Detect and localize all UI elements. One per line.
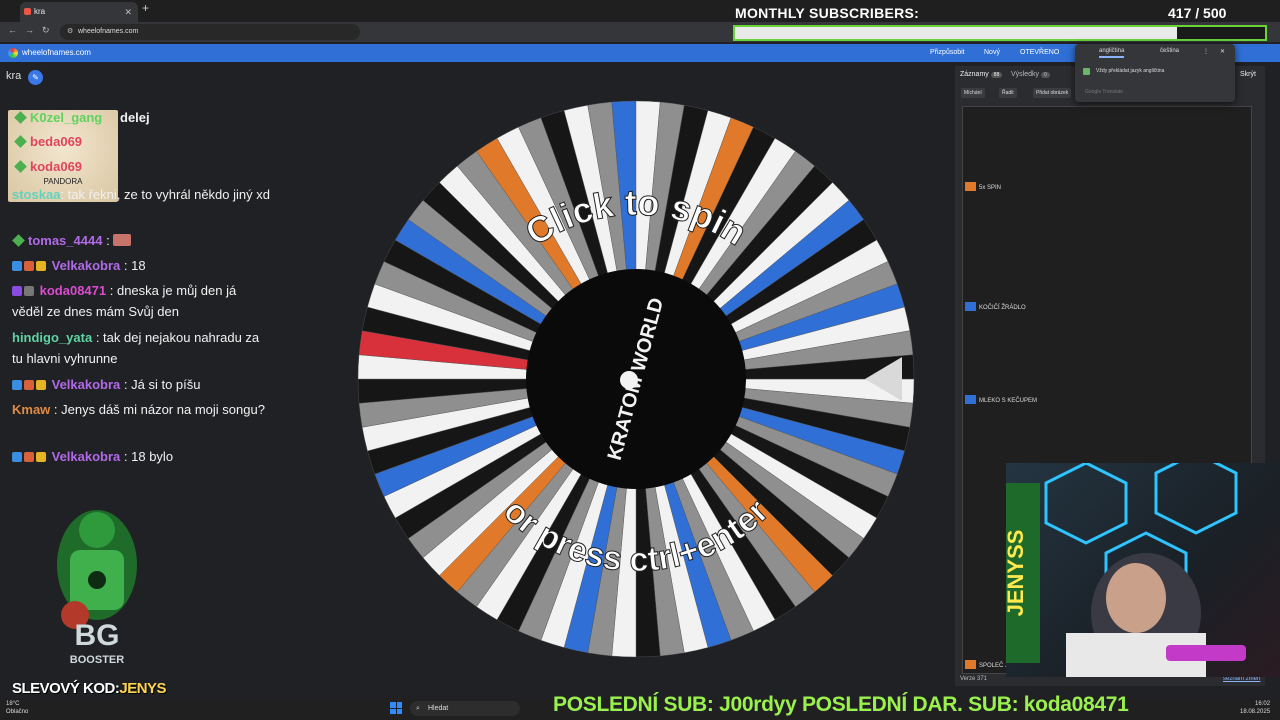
sort-button[interactable]: Řadit [999, 88, 1017, 98]
crown-icon [36, 452, 46, 462]
badge-icon [12, 380, 22, 390]
windows-start-icon[interactable] [390, 702, 402, 714]
always-translate-label: Vždy překládat jazyk angličtina [1096, 68, 1165, 74]
subscribers-count: 417 / 500 [1168, 5, 1227, 21]
site-brand[interactable]: wheelofnames.com [22, 44, 91, 62]
badge-icon [24, 380, 34, 390]
color-swatch [965, 660, 976, 669]
color-swatch [965, 395, 976, 404]
crown-icon [36, 380, 46, 390]
edit-title-button[interactable]: ✎ [28, 70, 43, 85]
spin-wheel[interactable]: KRATOM WORLD Click to spin or press ctrl… [356, 99, 916, 659]
svg-text:BG: BG [75, 619, 120, 652]
forward-icon[interactable]: → [25, 25, 34, 35]
color-swatch [965, 302, 976, 311]
hide-toggle[interactable]: Skrýt [1240, 71, 1256, 78]
always-translate-checkbox[interactable] [1083, 68, 1090, 75]
tab-title: kra [34, 7, 46, 16]
list-item: 5x SPIN [965, 182, 1001, 191]
page-title: kra [6, 70, 22, 82]
promo-label: SLEVOVÝ KOD: [12, 680, 120, 697]
back-icon[interactable]: ← [8, 25, 17, 35]
add-image-button[interactable]: Přidat obrázek [1033, 88, 1072, 98]
translate-from-tab[interactable]: angličtina [1099, 48, 1125, 58]
emote-icon [113, 234, 132, 246]
list-item: KOČIČÍ ŽRÁDLO [965, 302, 1026, 311]
chat-message: koda08471 : dneska je můj den já věděl z… [12, 283, 237, 319]
booster-mascot-logo: BG BOOSTER [57, 510, 137, 666]
browser-tab-bar: kra ✕ + [0, 0, 1280, 22]
taskbar-search[interactable]: ⌕ Hledat [410, 701, 520, 716]
color-swatch [965, 182, 976, 191]
gem-icon [14, 111, 27, 124]
chat-username: koda069 [14, 159, 82, 174]
globe-icon [620, 371, 638, 389]
last-sub-ticker: POSLEDNÍ SUB: J00rdyy POSLEDNÍ DAR. SUB:… [553, 693, 1129, 716]
taskbar-clock[interactable]: 16:02 18.08.2025 [1240, 700, 1270, 716]
webcam-name-text: JENYSS [1006, 530, 1028, 617]
tab-entries[interactable]: Záznamy 88 [960, 71, 1003, 78]
address-bar[interactable]: ⚙ wheelofnames.com [60, 24, 360, 40]
version-label: Verze 371 [960, 676, 988, 682]
close-icon[interactable]: ✕ [1220, 48, 1225, 55]
gem-icon [14, 135, 27, 148]
badge-icon [24, 286, 34, 296]
browser-tab[interactable]: kra ✕ [20, 2, 138, 22]
chat-username: K0zel_gang [14, 110, 102, 125]
reload-icon[interactable]: ↻ [42, 25, 50, 36]
gem-icon [14, 160, 27, 173]
list-item: MLEKO S KEČUPEM [965, 395, 1037, 404]
subscribers-title: MONTHLY SUBSCRIBERS: [735, 5, 920, 21]
badge-icon [24, 261, 34, 271]
chat-username: beda069 [14, 134, 82, 149]
tab-results[interactable]: Výsledky 0 [1011, 71, 1050, 78]
translate-popup: angličtina čeština ⋮ ✕ Vždy překládat ja… [1075, 44, 1235, 102]
badge-icon [12, 452, 22, 462]
shuffle-button[interactable]: Míchání [961, 88, 985, 98]
badge-icon [24, 452, 34, 462]
chat-message: Velkakobra : 18 [12, 255, 270, 276]
open-button[interactable]: OTEVŘENO [1020, 44, 1059, 62]
list-item: SPOLEČ J [965, 660, 1008, 669]
webcam-feed: JENYSS [1006, 463, 1280, 677]
google-translate-brand: Google Translate [1085, 89, 1124, 95]
crown-icon [36, 261, 46, 271]
new-tab-icon[interactable]: + [142, 1, 149, 15]
url-text: wheelofnames.com [78, 28, 139, 35]
chat-message: Velkakobra : Já si to píšu [12, 374, 270, 395]
chat-message-text: delej [120, 110, 150, 125]
promo-code-value: JENYS [119, 680, 167, 697]
chat-message: tomas_4444 : [12, 230, 270, 251]
wheel-logo-icon[interactable] [8, 48, 18, 58]
more-options-icon[interactable]: ⋮ [1203, 48, 1209, 55]
close-tab-icon[interactable]: ✕ [124, 2, 132, 22]
site-info-icon[interactable]: ⚙ [67, 24, 73, 40]
badge-icon [12, 286, 22, 296]
weather-widget[interactable]: 18°C Oblačno [6, 700, 28, 716]
chat-message: stoskaa: tak řekni, ze to vyhrál někdo j… [12, 187, 270, 202]
booster-logo-text: BOOSTER [70, 654, 124, 666]
chat-message: hindigo_yata : tak dej nejakou nahradu z… [12, 330, 260, 366]
chat-message: Velkakobra : 18 bylo [12, 446, 270, 467]
badge-icon [12, 261, 22, 271]
subscribers-progress-bar [733, 25, 1267, 41]
translate-to-tab[interactable]: čeština [1160, 48, 1179, 54]
search-icon: ⌕ [416, 705, 420, 712]
search-placeholder: Hledat [428, 705, 449, 712]
gem-icon [12, 234, 25, 247]
chat-message: Kmaw : Jenys dáš mi názor na moji songu? [12, 402, 265, 417]
customize-button[interactable]: Přizpůsobit [930, 44, 965, 62]
site-favicon [24, 8, 31, 15]
new-button[interactable]: Nový [984, 44, 1000, 62]
promo-code: SLEVOVÝ KOD:JENYS [12, 680, 167, 697]
subscribers-progress-fill [735, 27, 1178, 39]
